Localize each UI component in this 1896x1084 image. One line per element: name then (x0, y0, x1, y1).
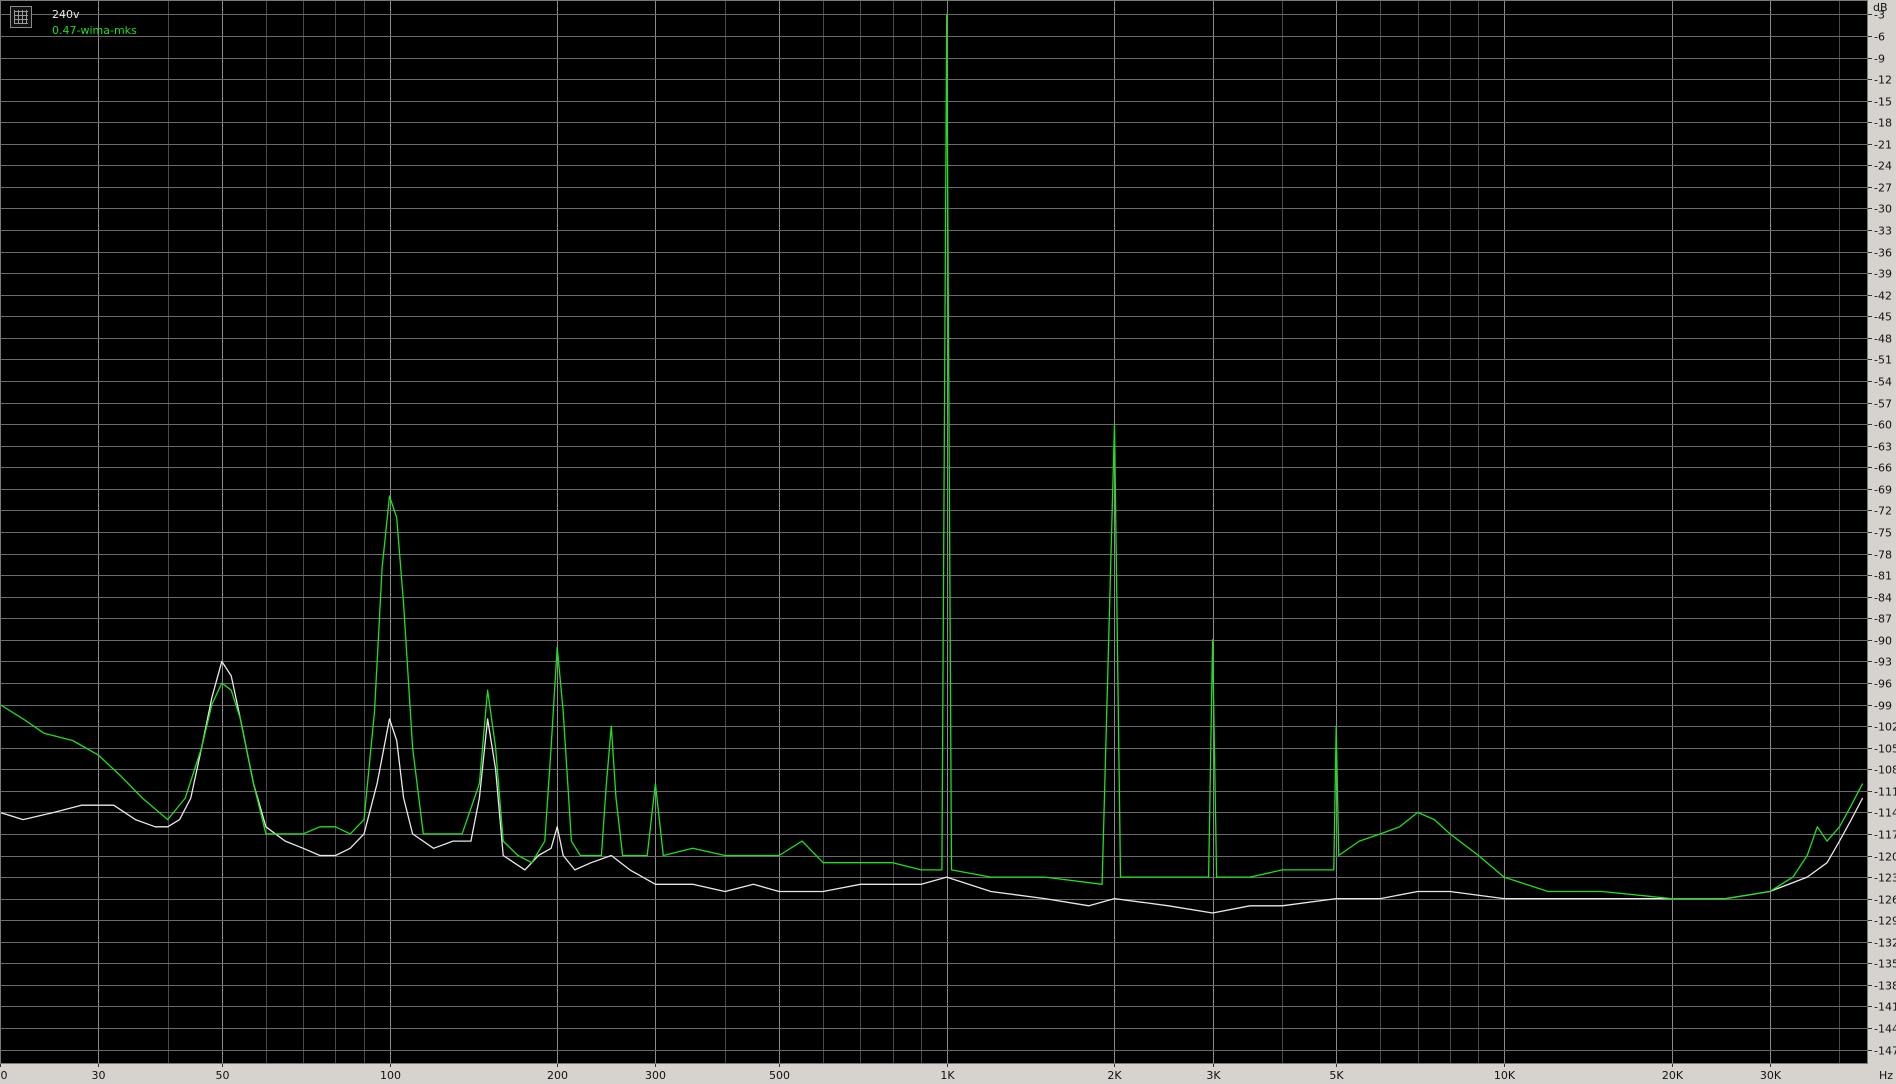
legend-item-wima: 0.47-wima-mks (52, 24, 137, 37)
y-tick-label: -78 (1874, 549, 1892, 562)
y-tick-label: -48 (1874, 333, 1892, 346)
y-tick-label: -129 (1874, 915, 1896, 928)
chart-grid-icon[interactable] (10, 6, 32, 28)
x-tick-label: 5K (1329, 1069, 1344, 1082)
x-axis: 20 30 50 100 200 300 500 1K 2K 3K 5K 10K 20K 30K (0, 1064, 1896, 1084)
y-tick-label: -69 (1874, 484, 1892, 497)
y-tick-label: -75 (1874, 527, 1892, 540)
y-tick-label: -33 (1874, 225, 1892, 238)
x-tick-label: 100 (380, 1069, 401, 1082)
x-tick-label: 50 (216, 1069, 230, 1082)
y-tick-label: -81 (1874, 570, 1892, 583)
y-tick-label: -36 (1874, 247, 1892, 260)
y-tick-label: -27 (1874, 182, 1892, 195)
y-tick-label: -60 (1874, 419, 1892, 432)
x-tick-label: 1K (940, 1069, 955, 1082)
y-tick-label: -126 (1874, 894, 1896, 907)
x-tick-label: 300 (645, 1069, 666, 1082)
x-tick-label: 20 (0, 1069, 8, 1082)
y-tick-label: -57 (1874, 398, 1892, 411)
y-tick-label: -6 (1874, 31, 1885, 44)
y-axis-unit-label: dB (1873, 1, 1888, 14)
x-tick-label: 200 (547, 1069, 568, 1082)
y-tick-label: -15 (1874, 96, 1892, 109)
legend-item-240v: 240v (52, 8, 80, 21)
y-tick-label: -117 (1874, 829, 1896, 842)
y-tick-label: -72 (1874, 505, 1892, 518)
x-tick-label: 30 (92, 1069, 106, 1082)
y-tick-label: -54 (1874, 376, 1892, 389)
y-tick-label: -42 (1874, 290, 1892, 303)
y-tick-label: -21 (1874, 139, 1892, 152)
x-tick-label: 10K (1494, 1069, 1516, 1082)
y-tick-label: -102 (1874, 721, 1896, 734)
y-tick-label: -123 (1874, 872, 1896, 885)
spectrum-chart: -3-6-9-12-15-18-21-24-27-30-33-36-39-42-… (0, 0, 1896, 1084)
x-tick-label: 3K (1206, 1069, 1221, 1082)
x-tick-label: 30K (1760, 1069, 1782, 1082)
x-tick-label: 500 (769, 1069, 790, 1082)
y-tick-label: -141 (1874, 1001, 1896, 1014)
y-tick-label: -99 (1874, 700, 1892, 713)
y-tick-label: -147 (1874, 1045, 1896, 1058)
y-axis: -3-6-9-12-15-18-21-24-27-30-33-36-39-42-… (1868, 0, 1896, 1084)
y-tick-label: -63 (1874, 441, 1892, 454)
x-tick-label: 20K (1662, 1069, 1684, 1082)
y-tick-label: -96 (1874, 678, 1892, 691)
y-tick-label: -111 (1874, 786, 1896, 799)
y-tick-label: -9 (1874, 53, 1885, 66)
y-tick-label: -114 (1874, 807, 1896, 820)
x-tick-label: 2K (1107, 1069, 1122, 1082)
y-tick-label: -132 (1874, 937, 1896, 950)
y-tick-label: -108 (1874, 764, 1896, 777)
y-tick-label: -66 (1874, 462, 1892, 475)
y-tick-label: -18 (1874, 117, 1892, 130)
y-tick-label: -24 (1874, 160, 1892, 173)
y-tick-label: -120 (1874, 851, 1896, 864)
y-tick-label: -39 (1874, 268, 1892, 281)
y-tick-label: -51 (1874, 354, 1892, 367)
y-tick-label: -87 (1874, 613, 1892, 626)
y-tick-label: -93 (1874, 656, 1892, 669)
y-tick-label: -30 (1874, 203, 1892, 216)
y-tick-label: -105 (1874, 743, 1896, 756)
y-tick-label: -84 (1874, 592, 1892, 605)
y-tick-label: -144 (1874, 1023, 1896, 1036)
y-tick-label: -45 (1874, 311, 1892, 324)
y-tick-label: -90 (1874, 635, 1892, 648)
y-tick-label: -135 (1874, 958, 1896, 971)
x-axis-unit-label: Hz (1879, 1069, 1893, 1082)
y-tick-label: -138 (1874, 980, 1896, 993)
y-tick-label: -12 (1874, 74, 1892, 87)
